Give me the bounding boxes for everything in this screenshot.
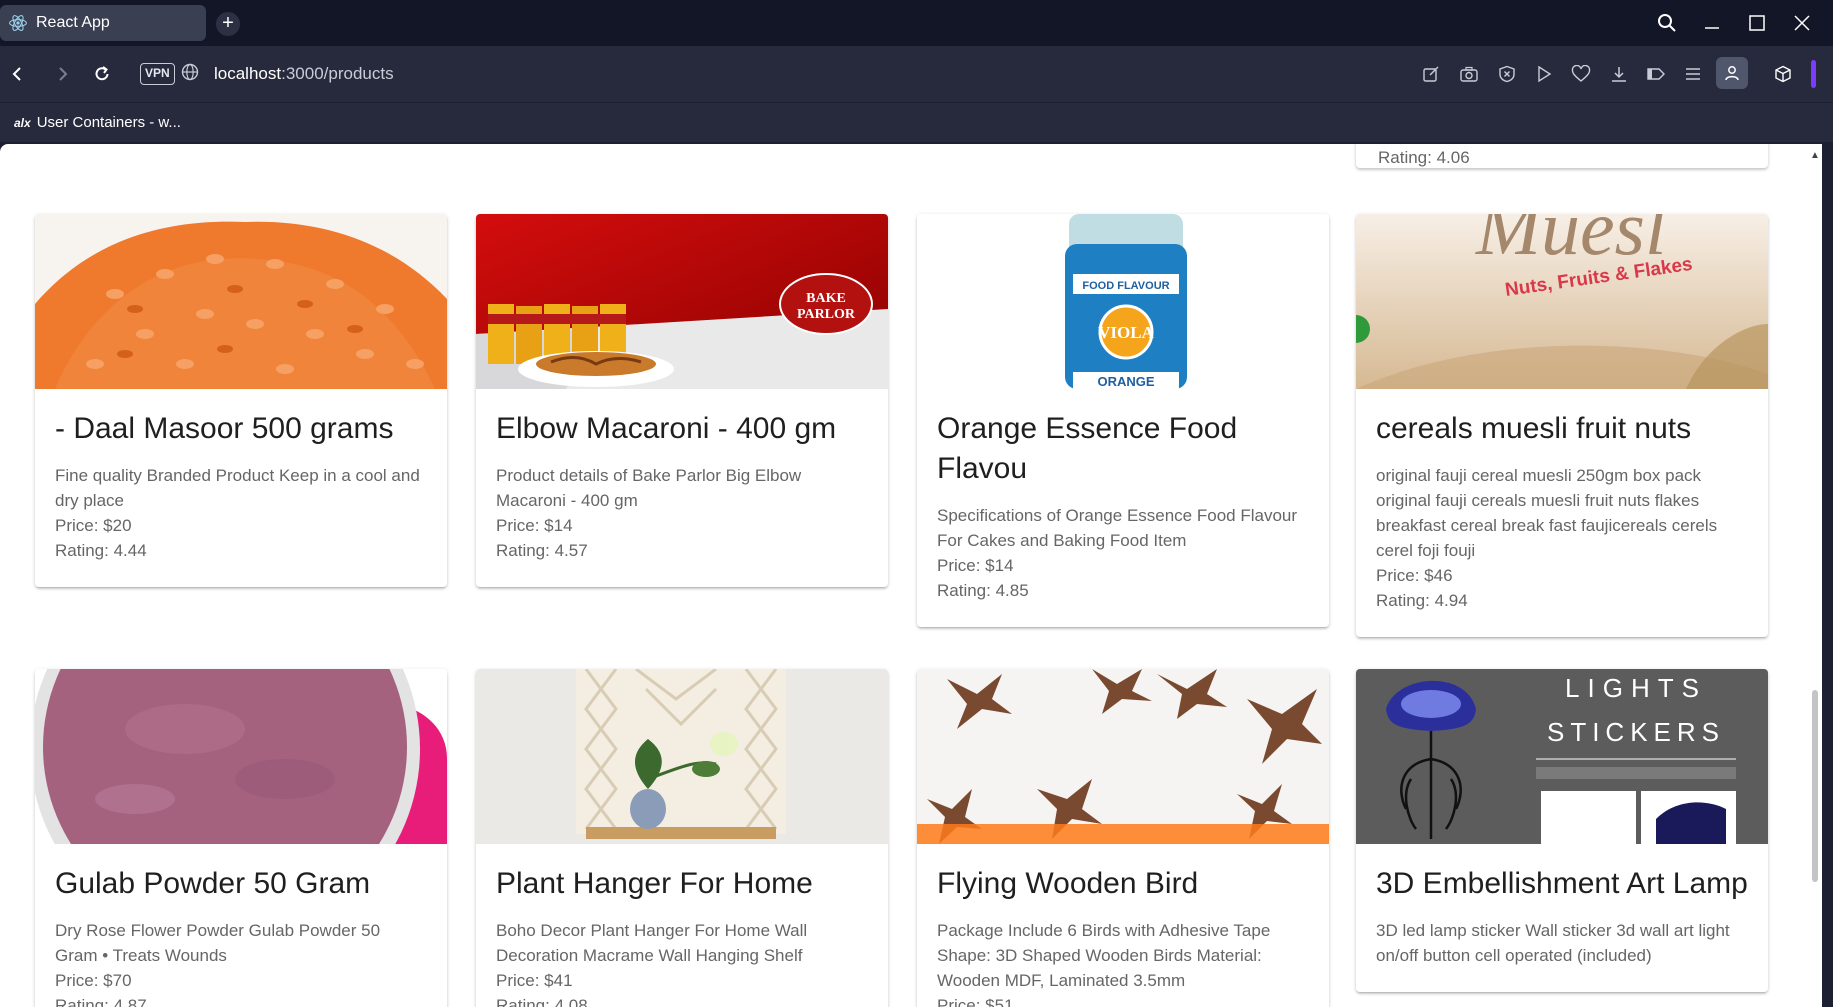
product-description: Fine quality Branded Product Keep in a c… [55,466,420,510]
product-price: Price: $70 [55,971,132,990]
product-card[interactable]: Plant Hanger For Home Boho Decor Plant H… [476,669,888,1007]
product-card-partial[interactable]: Rating: 4.06 [1356,144,1768,168]
product-card[interactable]: FOOD FLAVOUR VIOLA ORANGE Orange Essence… [917,214,1329,627]
product-card[interactable]: LIGHTS STICKERS 3D Embellishment Art Lam… [1356,669,1768,992]
product-title: - Daal Masoor 500 grams [55,412,394,445]
url-host: localhost [214,64,282,83]
globe-icon [181,63,199,86]
product-price: Price: $51 [937,996,1014,1007]
product-title: cereals muesli fruit nuts [1376,412,1692,445]
product-description: Specifications of Orange Essence Food Fl… [937,506,1298,550]
minimize-icon[interactable] [1695,8,1729,38]
product-image-lentils [35,214,447,389]
edit-share-icon[interactable] [1418,61,1444,87]
react-icon [9,15,27,31]
back-icon[interactable] [4,61,30,87]
product-description: Product details of Bake Parlor Big Elbow… [496,466,802,510]
product-rating: Rating: 4.85 [937,581,1029,600]
scroll-up-arrow-icon[interactable]: ▲ [1810,150,1820,161]
product-description: 3D led lamp sticker Wall sticker 3d wall… [1376,921,1730,965]
bookmarks-bar: alx User Containers - w... [0,102,1833,142]
product-card[interactable]: Gulab Powder 50 Gram Dry Rose Flower Pow… [35,669,447,1007]
url-field[interactable]: localhost:3000/products [214,64,394,84]
tab-react-app[interactable]: React App [0,5,206,41]
window-right-edge [1822,144,1833,1007]
tag-icon[interactable] [1643,61,1669,87]
product-title: Gulab Powder 50 Gram [55,867,371,900]
address-bar: VPN localhost:3000/products [0,46,1833,102]
reload-icon[interactable] [89,61,115,87]
product-rating: Rating: 4.57 [496,541,588,560]
product-price: Price: $14 [937,556,1014,575]
product-description: Package Include 6 Birds with Adhesive Ta… [937,921,1271,990]
camera-icon[interactable] [1456,61,1482,87]
product-description: original fauji cereal muesli 250gm box p… [1376,466,1718,560]
url-path: :3000/products [281,64,394,83]
product-image-muesli: Muesl Nuts, Fruits & Flakes [1356,214,1768,389]
product-title: Plant Hanger For Home [496,867,813,900]
product-card[interactable]: Flying Wooden Bird Package Include 6 Bir… [917,669,1329,1007]
product-price: Price: $46 [1376,566,1453,585]
product-price: Price: $20 [55,516,132,535]
lamp-text-1: LIGHTS [1565,673,1707,703]
svg-text:PARLOR: PARLOR [797,307,856,322]
product-description: Boho Decor Plant Hanger For Home Wall De… [496,921,808,965]
product-card[interactable]: BAKE PARLOR Elbow Macaroni - 400 gm Prod… [476,214,888,587]
macaroni-brand-text: BAKE [806,291,846,306]
search-tabs-icon[interactable] [1650,8,1684,38]
maximize-icon[interactable] [1740,8,1774,38]
product-title: Orange Essence Food Flavou [937,412,1238,485]
product-rating: Rating: 4.08 [496,996,588,1007]
tab-bar: React App + [0,0,1833,46]
essence-flavor-text: ORANGE [1097,374,1154,389]
product-card[interactable]: Muesl Nuts, Fruits & Flakes cereals mues… [1356,214,1768,637]
product-card[interactable]: - Daal Masoor 500 grams Fine quality Bra… [35,214,447,587]
forward-icon[interactable] [50,61,76,87]
product-price: Price: $41 [496,971,573,990]
page-viewport: Rating: 4.06 - Daal Masoor 500 grams Fin… [0,144,1822,1007]
partial-rating: Rating: 4.06 [1378,148,1470,167]
product-image-lamp: LIGHTS STICKERS [1356,669,1768,844]
lamp-text-2: STICKERS [1547,717,1725,747]
scrollbar-thumb[interactable] [1812,690,1818,882]
tab-title: React App [36,14,110,31]
extensions-cube-icon[interactable] [1770,61,1796,87]
product-image-plant-hanger [476,669,888,844]
bookmark-label: User Containers - w... [36,114,181,131]
close-window-icon[interactable] [1785,8,1819,38]
essence-label-text: FOOD FLAVOUR [1082,280,1169,292]
profile-icon[interactable] [1716,57,1748,89]
product-description: Dry Rose Flower Powder Gulab Powder 50 G… [55,921,381,965]
heart-icon[interactable] [1568,61,1594,87]
product-rating: Rating: 4.44 [55,541,147,560]
product-title: Flying Wooden Bird [937,867,1199,900]
sidebar-accent [1811,60,1816,88]
product-title: 3D Embellishment Art Lamp [1376,867,1748,900]
essence-brand-text: VIOLA [1098,323,1154,342]
product-image-wooden-birds [917,669,1329,844]
product-image-rose-powder [35,669,447,844]
product-rating: Rating: 4.87 [55,996,147,1007]
new-tab-button[interactable]: + [216,12,240,36]
adblock-icon[interactable] [1494,61,1520,87]
download-icon[interactable] [1606,61,1632,87]
vpn-badge[interactable]: VPN [140,63,175,85]
alx-icon: alx [14,115,31,130]
bookmark-user-containers[interactable]: alx User Containers - w... [14,114,181,131]
product-image-macaroni: BAKE PARLOR [476,214,888,389]
product-rating: Rating: 4.94 [1376,591,1468,610]
product-image-orange-essence: FOOD FLAVOUR VIOLA ORANGE [917,214,1329,389]
product-price: Price: $14 [496,516,573,535]
play-icon[interactable] [1531,61,1557,87]
product-title: Elbow Macaroni - 400 gm [496,412,837,445]
menu-icon[interactable] [1680,61,1706,87]
